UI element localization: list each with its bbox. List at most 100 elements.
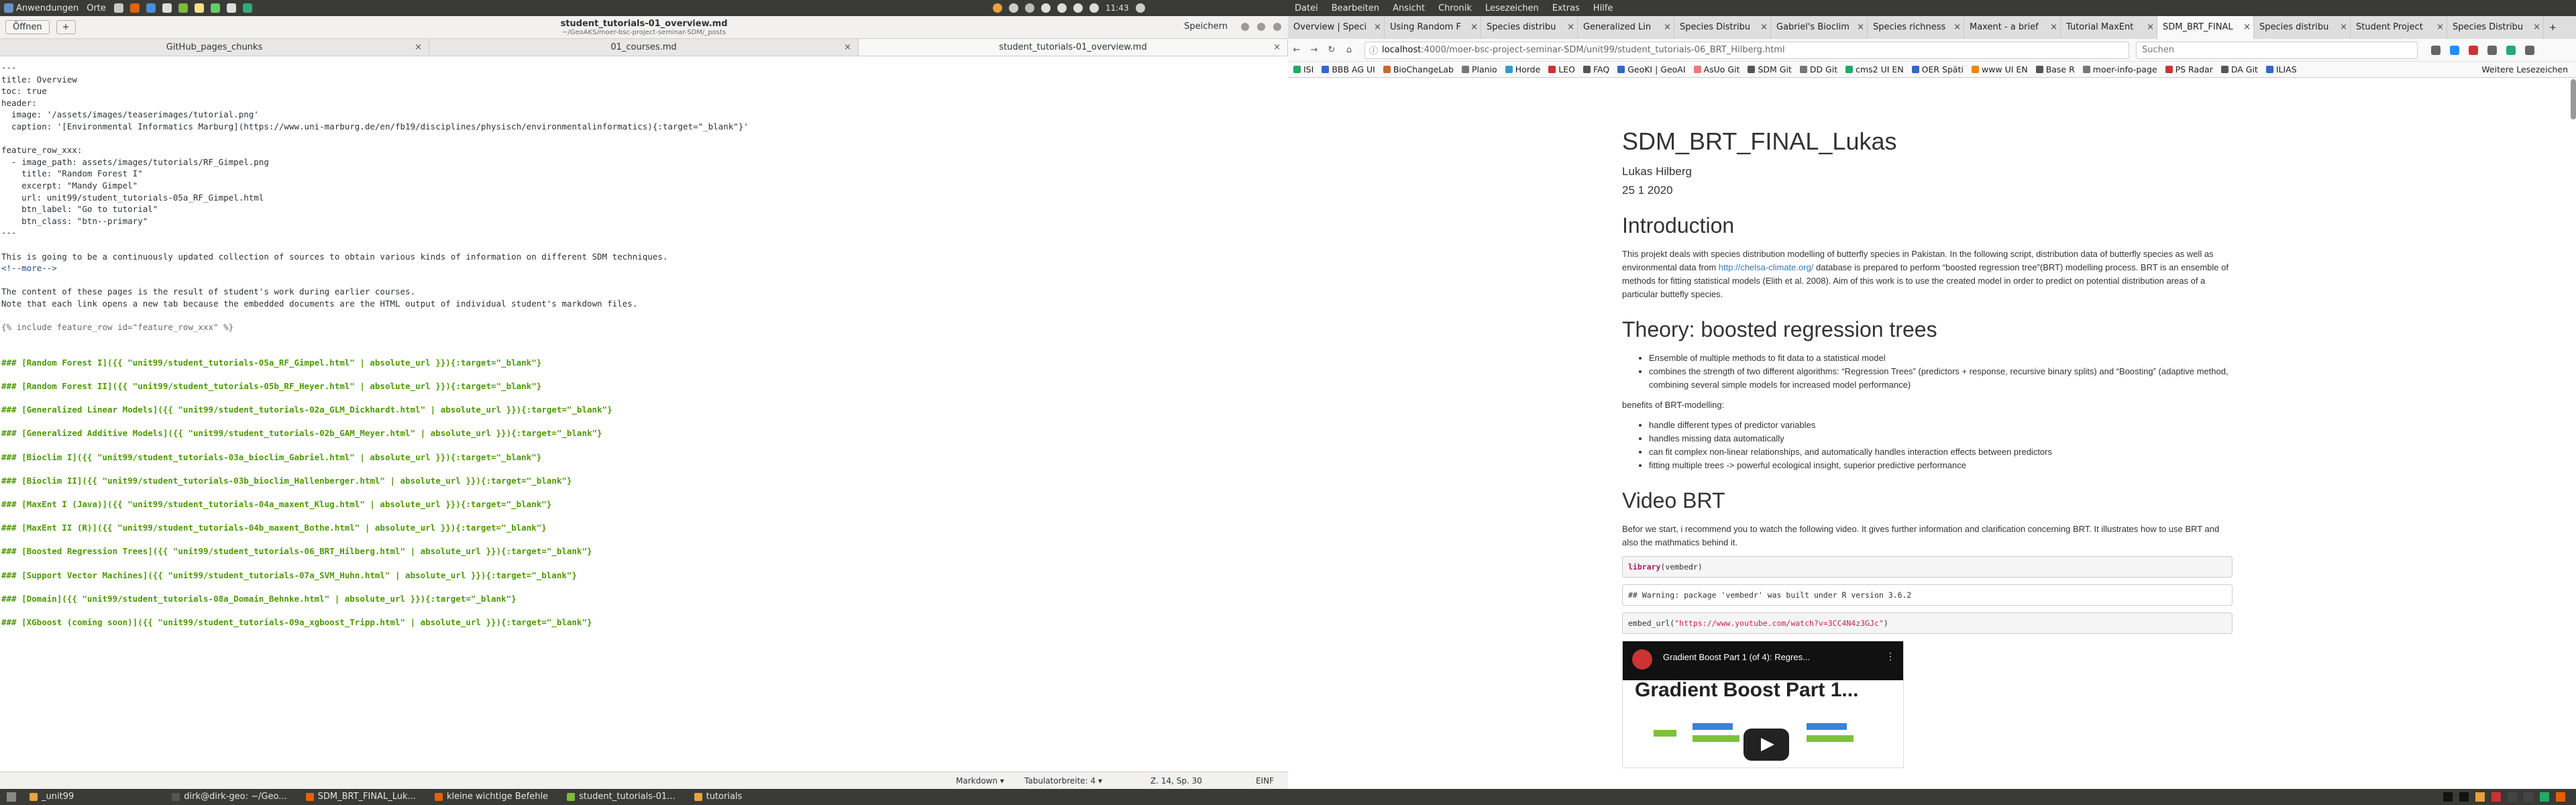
- bookmark-item[interactable]: PS Radar: [2165, 64, 2213, 74]
- play-icon[interactable]: [1743, 729, 1789, 761]
- bookmark-item[interactable]: SDM Git: [1748, 64, 1792, 74]
- browser-tab[interactable]: Gabriel's Bioclim ×: [1771, 16, 1868, 39]
- menu-icon[interactable]: [2525, 45, 2534, 55]
- more-icon[interactable]: ⋮: [1886, 651, 1895, 662]
- close-tab-icon[interactable]: ×: [1857, 16, 1864, 39]
- workspace-switcher[interactable]: [2443, 792, 2565, 802]
- firefox-launcher-icon[interactable]: [129, 3, 140, 13]
- menu-chronik[interactable]: Chronik: [1438, 3, 1472, 13]
- menu-datei[interactable]: Datei: [1295, 3, 1318, 13]
- clock[interactable]: 11:43: [1106, 3, 1129, 13]
- menu-extras[interactable]: Extras: [1552, 3, 1580, 13]
- youtube-embed[interactable]: Gradient Boost Part 1 (of 4): Regres... …: [1622, 641, 1904, 768]
- close-tab-icon[interactable]: ×: [2533, 16, 2540, 39]
- other-bookmarks[interactable]: Weitere Lesezeichen: [2481, 64, 2568, 74]
- open-button[interactable]: Öffnen: [5, 20, 50, 34]
- browser-tab[interactable]: Species distribu ×: [2254, 16, 2351, 39]
- close-tab-icon[interactable]: ×: [2436, 16, 2444, 39]
- git-launcher-icon[interactable]: [242, 3, 252, 13]
- close-tab-icon[interactable]: ×: [1953, 16, 1961, 39]
- battery-icon[interactable]: [1089, 3, 1099, 13]
- settings-icon[interactable]: [1009, 3, 1018, 13]
- editor-tab[interactable]: GitHub_pages_chunks ×: [0, 39, 429, 56]
- forward-icon[interactable]: →: [1305, 45, 1323, 55]
- taskbar-item[interactable]: _unit99: [24, 790, 79, 804]
- close-tab-icon[interactable]: ×: [2340, 16, 2347, 39]
- scrollbar[interactable]: [2571, 79, 2576, 119]
- close-tab-icon[interactable]: ×: [844, 39, 851, 56]
- bookmark-item[interactable]: DD Git: [1799, 64, 1837, 74]
- bookmark-item[interactable]: OER Späti: [1911, 64, 1964, 74]
- minimize-icon[interactable]: [1241, 23, 1249, 31]
- close-tab-icon[interactable]: ×: [1760, 16, 1768, 39]
- files-launcher-icon[interactable]: [162, 3, 172, 13]
- browser-tab[interactable]: Overview | Speci ×: [1288, 16, 1385, 39]
- bookmark-item[interactable]: Base R: [2035, 64, 2075, 74]
- save-button[interactable]: Speichern: [1184, 21, 1228, 32]
- power-icon[interactable]: [1135, 3, 1145, 13]
- menu-lesezeichen[interactable]: Lesezeichen: [1485, 3, 1539, 13]
- applications-menu[interactable]: Anwendungen: [0, 3, 83, 13]
- browser-tab[interactable]: Using Random F ×: [1385, 16, 1481, 39]
- editor-tab-active[interactable]: student_tutorials-01_overview.md ×: [859, 39, 1288, 56]
- editor-launcher-icon[interactable]: [178, 3, 188, 13]
- close-tab-icon[interactable]: ×: [1567, 16, 1574, 39]
- browser-tab[interactable]: Generalized Lin ×: [1578, 16, 1674, 39]
- close-tab-icon[interactable]: ×: [1664, 16, 1671, 39]
- taskbar-item[interactable]: student_tutorials-01...: [561, 790, 681, 804]
- tray-icon[interactable]: [2524, 792, 2533, 802]
- bookmark-item[interactable]: ISI: [1293, 64, 1313, 74]
- taskbar-item[interactable]: SDM_BRT_FINAL_Luk...: [301, 790, 421, 804]
- close-tab-icon[interactable]: ×: [2050, 16, 2057, 39]
- extension-icon[interactable]: [2487, 45, 2497, 55]
- menu-bearbeiten[interactable]: Bearbeiten: [1332, 3, 1379, 13]
- tray-icon[interactable]: [2491, 792, 2501, 802]
- tray-icon[interactable]: [1025, 3, 1034, 13]
- bookmark-item[interactable]: DA Git: [2220, 64, 2258, 74]
- bookmark-item[interactable]: AsUo Git: [1693, 64, 1739, 74]
- bookmark-item[interactable]: ILIAS: [2265, 64, 2297, 74]
- new-tab-button[interactable]: +: [56, 20, 76, 34]
- extension-icon[interactable]: [2469, 45, 2478, 55]
- bookmark-item[interactable]: GeoKI | GeoAI: [1617, 64, 1686, 74]
- terminal-launcher-icon[interactable]: [113, 3, 123, 13]
- bookmark-item[interactable]: LEO: [1548, 64, 1575, 74]
- extension-icon[interactable]: [2450, 45, 2459, 55]
- close-tab-icon[interactable]: ×: [415, 39, 422, 56]
- menu-hilfe[interactable]: Hilfe: [1593, 3, 1613, 13]
- bookmark-item[interactable]: Planio: [1461, 64, 1497, 74]
- tray-icon[interactable]: [993, 3, 1002, 13]
- tab-width-selector[interactable]: Tabulatorbreite: 4 ▾: [1024, 776, 1102, 786]
- browser-tab[interactable]: Species Distribu ×: [1674, 16, 1771, 39]
- notes-launcher-icon[interactable]: [194, 3, 204, 13]
- close-tab-icon[interactable]: ×: [2243, 16, 2251, 39]
- browser-tab[interactable]: Species distribu ×: [1481, 16, 1578, 39]
- tray-icon[interactable]: [2556, 792, 2565, 802]
- browser-tab[interactable]: SDM_BRT_FINAL ×: [2157, 16, 2254, 39]
- thunderbird-launcher-icon[interactable]: [146, 3, 156, 13]
- home-icon[interactable]: ⌂: [1340, 45, 1358, 55]
- language-selector[interactable]: Markdown ▾: [956, 776, 1004, 786]
- show-desktop-icon[interactable]: [7, 792, 16, 802]
- browser-tab[interactable]: Maxent - a brief ×: [1964, 16, 2061, 39]
- url-field[interactable]: ⓘ localhost:4000/moer-bsc-project-semina…: [1364, 41, 2129, 59]
- bookmark-item[interactable]: FAQ: [1582, 64, 1609, 74]
- taskbar-item[interactable]: dirk@dirk-geo: ~/Geo...: [166, 790, 292, 804]
- menu-ansicht[interactable]: Ansicht: [1393, 3, 1425, 13]
- close-tab-icon[interactable]: ×: [2147, 16, 2154, 39]
- chelsa-link[interactable]: http://chelsa-climate.org/: [1719, 262, 1814, 272]
- places-menu[interactable]: Orte: [83, 3, 110, 13]
- browser-tab[interactable]: Tutorial MaxEnt ×: [2061, 16, 2157, 39]
- search-input[interactable]: Suchen: [2136, 41, 2418, 59]
- browser-tab[interactable]: Student Project ×: [2351, 16, 2447, 39]
- rstudio-launcher-icon[interactable]: [210, 3, 220, 13]
- info-icon[interactable]: ⓘ: [1369, 44, 1378, 56]
- close-tab-icon[interactable]: ×: [1470, 16, 1478, 39]
- bookmark-item[interactable]: cms2 UI EN: [1845, 64, 1904, 74]
- extension-icon[interactable]: [2431, 45, 2440, 55]
- network-icon[interactable]: [1057, 3, 1067, 13]
- bookmark-item[interactable]: www UI EN: [1971, 64, 2028, 74]
- editor-tab[interactable]: 01_courses.md ×: [429, 39, 859, 56]
- volume-icon[interactable]: [1073, 3, 1083, 13]
- bookmark-item[interactable]: BBB AG UI: [1322, 64, 1375, 74]
